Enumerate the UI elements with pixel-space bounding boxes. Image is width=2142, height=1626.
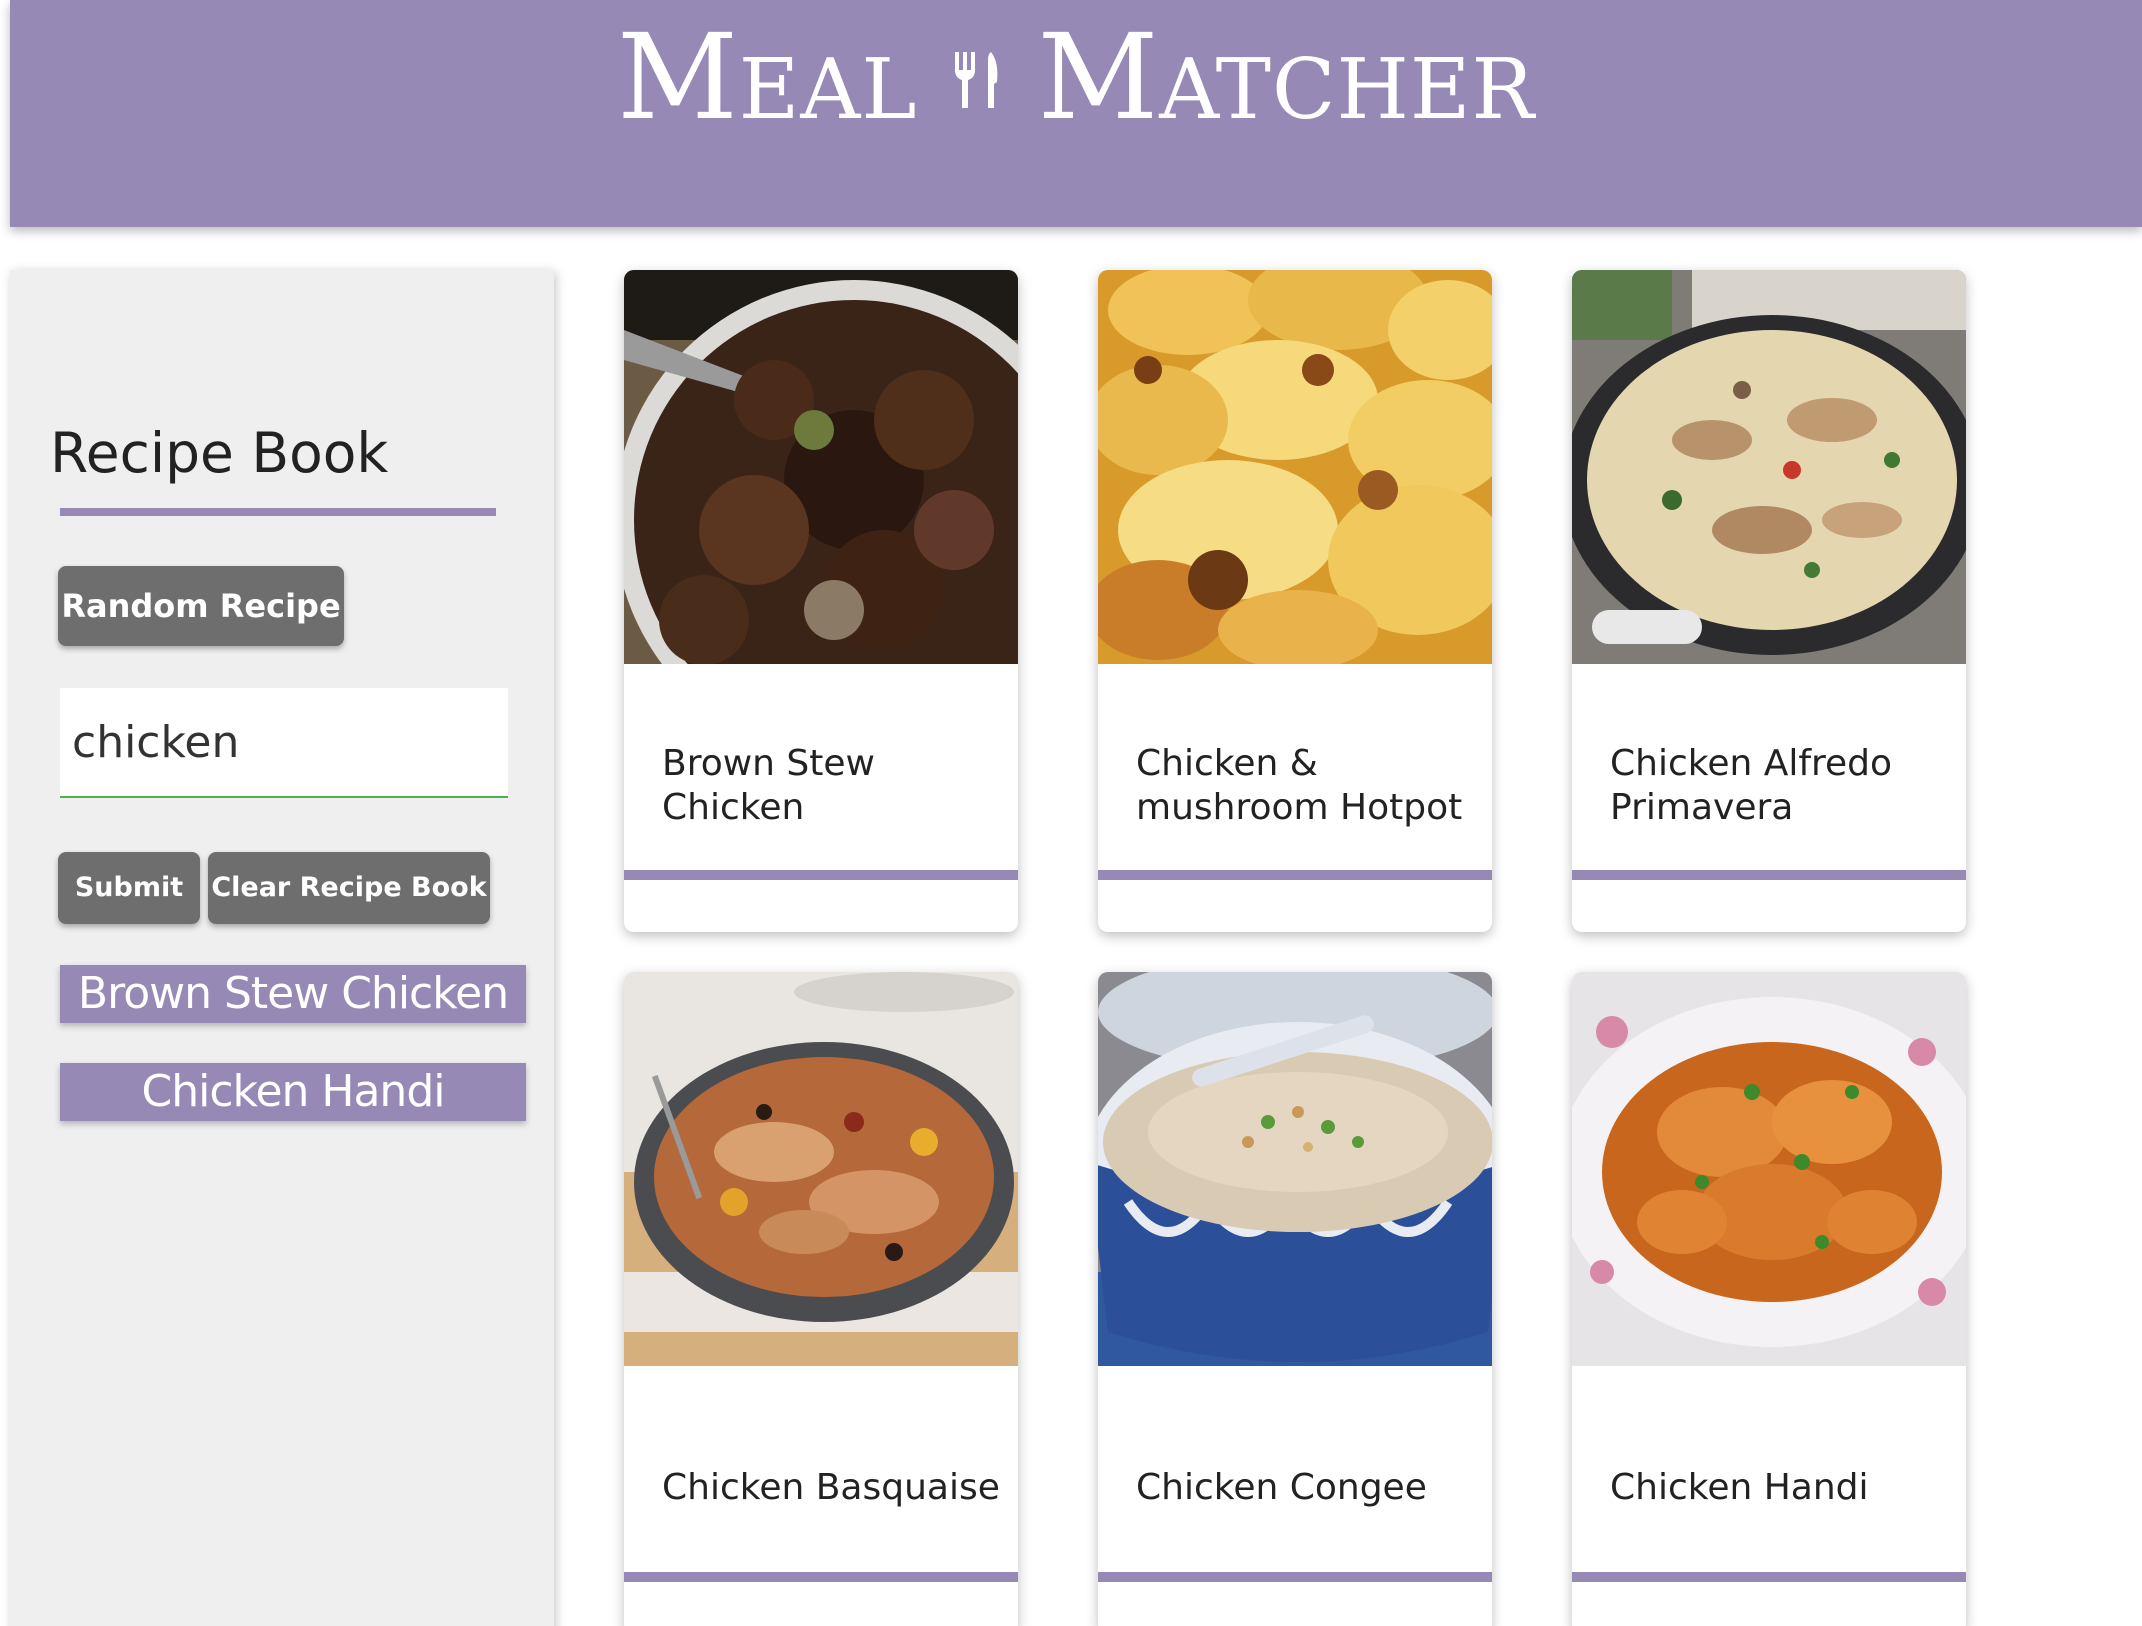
card-accent-bar xyxy=(624,1572,1018,1582)
recipe-card-title: Chicken Handi xyxy=(1610,1467,1869,1508)
recipe-card-title: Chicken & mushroom Hotpot xyxy=(1136,743,1463,828)
app-logo[interactable]: Meal Matcher xyxy=(10,2,2142,142)
recipe-card[interactable]: Chicken Congee xyxy=(1098,972,1492,1626)
recipe-photo xyxy=(624,972,1018,1366)
search-input[interactable] xyxy=(60,688,508,798)
recipe-card[interactable]: Chicken & mushroom Hotpot xyxy=(1098,270,1492,932)
clear-recipe-book-button[interactable]: Clear Recipe Book xyxy=(208,852,490,924)
submit-button[interactable]: Submit xyxy=(58,852,200,924)
recipe-card-title: Brown Stew Chicken xyxy=(662,743,875,828)
fork-knife-icon xyxy=(951,2,1003,108)
card-accent-bar xyxy=(1572,870,1966,880)
app-root: Meal Matcher Recipe Book Random Recipe S… xyxy=(0,0,2142,1626)
recipe-card[interactable]: Chicken Handi xyxy=(1572,972,1966,1626)
brand-word-left: Meal xyxy=(616,8,918,146)
header-bar: Meal Matcher xyxy=(10,0,2142,227)
recipe-card-title: Chicken Basquaise xyxy=(662,1467,1000,1508)
card-accent-bar xyxy=(1098,870,1492,880)
saved-recipe-item[interactable]: Brown Stew Chicken xyxy=(60,965,526,1023)
recipe-photo xyxy=(624,270,1018,664)
recipe-card-title: Chicken Congee xyxy=(1136,1467,1427,1508)
recipe-card[interactable]: Chicken Alfredo Primavera xyxy=(1572,270,1966,932)
card-accent-bar xyxy=(1572,1572,1966,1582)
recipe-card-title: Chicken Alfredo Primavera xyxy=(1610,743,1893,828)
recipe-photo xyxy=(1572,972,1966,1366)
recipe-photo xyxy=(1098,270,1492,664)
recipe-photo xyxy=(1572,270,1966,664)
random-recipe-button[interactable]: Random Recipe xyxy=(58,566,344,646)
recipe-card[interactable]: Brown Stew Chicken xyxy=(624,270,1018,932)
title-underline-divider xyxy=(60,508,496,516)
card-accent-bar xyxy=(624,870,1018,880)
recipe-card[interactable]: Chicken Basquaise xyxy=(624,972,1018,1626)
recipe-photo xyxy=(1098,972,1492,1366)
card-accent-bar xyxy=(1098,1572,1492,1582)
recipe-book-title: Recipe Book xyxy=(50,421,389,485)
saved-recipe-item[interactable]: Chicken Handi xyxy=(60,1063,526,1121)
brand-word-right: Matcher xyxy=(1037,8,1536,146)
